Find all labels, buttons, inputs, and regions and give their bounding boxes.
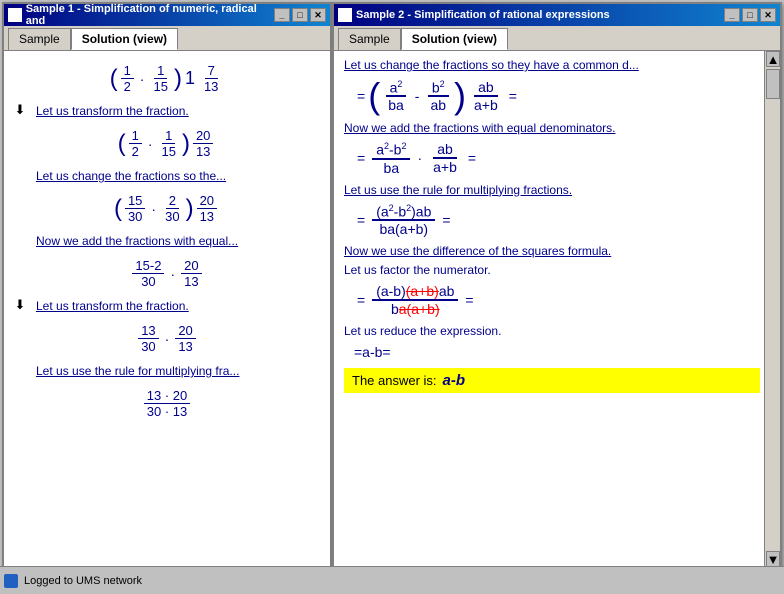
window1-icon: ✦ [8, 8, 22, 22]
scroll-down-btn[interactable]: ▼ [766, 551, 780, 567]
window1-titlebar: ✦ Sample 1 - Simplification of numeric, … [4, 4, 330, 26]
maximize-btn[interactable]: □ [292, 8, 308, 22]
taskbar-text: Logged to UMS network [24, 575, 142, 587]
frac-1-15-s2: 1 15 [158, 128, 178, 159]
close-btn[interactable]: ✕ [310, 8, 326, 22]
frac-2-30: 2 30 [162, 193, 182, 224]
frac-20-13-s4: 20 13 [181, 258, 201, 289]
tab-solution-2[interactable]: Solution (view) [401, 28, 508, 50]
frac-ab-apb: ab a+b [470, 79, 502, 113]
taskbar-icon [4, 574, 18, 588]
step-text-5: Let us use the rule for multiplying fra.… [36, 364, 239, 378]
frac-20-13-s3: 20 13 [197, 193, 217, 224]
taskbar: Logged to UMS network [0, 566, 784, 594]
window2-content: Let us change the fractions so they have… [334, 51, 780, 567]
step-row-3: Now we add the fractions with equal... [10, 230, 324, 252]
frac-13-20: 13 · 20 30 · 13 [144, 388, 190, 419]
answer-value: a-b [443, 372, 466, 389]
w2-text-reduce: Let us reduce the expression. [344, 324, 501, 338]
window1-title: Sample 1 - Simplification of numeric, ra… [26, 3, 274, 27]
w2-line3-text: Let us use the rule for multiplying frac… [344, 182, 760, 197]
step-text-3: Now we add the fractions with equal... [36, 234, 238, 248]
step-row-2: Let us change the fractions so the... [10, 165, 324, 187]
frac-a2-b2-ba: a2-b2 ba [372, 141, 410, 176]
w2-line2-text: Now we add the fractions with equal deno… [344, 120, 760, 135]
window1: ✦ Sample 1 - Simplification of numeric, … [2, 2, 332, 572]
frac-a2-ba: a2 ba [384, 79, 408, 114]
w2-line4-text: Now we use the difference of the squares… [344, 243, 760, 258]
spacer-3 [10, 360, 30, 362]
window1-tabs: Sample Solution (view) [4, 26, 330, 51]
spacer-1 [10, 165, 30, 167]
frac-20-13-s5: 20 13 [175, 323, 195, 354]
frac-13-30: 13 30 [138, 323, 158, 354]
tab-sample-2[interactable]: Sample [338, 28, 401, 50]
step-text-1: Let us transform the fraction. [36, 104, 189, 118]
frac-1-15: 1 15 [150, 63, 170, 94]
step-row-1: ⬇ Let us transform the fraction. [10, 100, 324, 122]
math-step2: ( 1 2 · 1 15 ) 20 13 [10, 128, 324, 159]
answer-bar: The answer is: a-b [344, 368, 760, 393]
w2-math2: = a2-b2 ba · ab a+b = [344, 141, 760, 176]
frac-7-13-step1: 7 13 [201, 63, 221, 94]
window1-content: ( 1 2 · 1 15 ) 1 7 13 ⬇ [4, 51, 330, 567]
w2-text-rule-multiply: Let us use the rule for multiplying frac… [344, 183, 572, 197]
w2-text-diff-squares: Now we use the difference of the squares… [344, 244, 611, 258]
w2-line6-text: Let us reduce the expression. [344, 323, 760, 338]
w2-math5: =a-b= [344, 344, 760, 360]
w2-text-add-fractions: Now we add the fractions with equal deno… [344, 121, 615, 135]
w2-math4: = (a-b)(a+b)ab ba(a+b) = [344, 283, 760, 317]
window2-tabs: Sample Solution (view) [334, 26, 780, 51]
window2-controls[interactable]: _ □ ✕ [724, 8, 776, 22]
tab-solution-1[interactable]: Solution (view) [71, 28, 178, 50]
frac-20-13-s2: 20 13 [193, 128, 213, 159]
step-row-5: Let us use the rule for multiplying fra.… [10, 360, 324, 382]
w2-result-expr: =a-b= [354, 344, 391, 360]
math-step4: 15-2 30 · 20 13 [10, 258, 324, 289]
math-step3: ( 15 30 · 2 30 ) 20 13 [10, 193, 324, 224]
arrow-icon-1: ⬇ [10, 100, 30, 118]
window2-title: Sample 2 - Simplification of rational ex… [356, 9, 610, 21]
step-row-4: ⬇ Let us transform the fraction. [10, 295, 324, 317]
frac-15-30: 15 30 [125, 193, 145, 224]
scroll-up-btn[interactable]: ▲ [766, 51, 780, 67]
math-step6: 13 · 20 30 · 13 [10, 388, 324, 419]
close-btn-2[interactable]: ✕ [760, 8, 776, 22]
answer-label: The answer is: [352, 373, 437, 388]
w2-text-factor-num: Let us factor the numerator. [344, 263, 491, 277]
window2-icon: ✦ [338, 8, 352, 22]
w2-math3: = (a2-b2)ab ba(a+b) = [344, 203, 760, 238]
minimize-btn-2[interactable]: _ [724, 8, 740, 22]
frac-ab-apb-2: ab a+b [429, 141, 461, 175]
step-text-4: Let us transform the fraction. [36, 299, 189, 313]
maximize-btn-2[interactable]: □ [742, 8, 758, 22]
scrollbar-vertical[interactable]: ▲ ▼ [764, 51, 780, 567]
math-step5: 13 30 · 20 13 [10, 323, 324, 354]
frac-15-2-30: 15-2 30 [132, 258, 164, 289]
math-step1: ( 1 2 · 1 15 ) 1 7 13 [10, 63, 324, 94]
frac-b2-ab: b2 ab [426, 79, 450, 114]
spacer-2 [10, 230, 30, 232]
window2: ✦ Sample 2 - Simplification of rational … [332, 2, 782, 572]
w2-math1: = ( a2 ba - b2 ab ) ab a+b = [344, 78, 760, 114]
scroll-thumb[interactable] [766, 69, 780, 99]
step-text-2: Let us change the fractions so the... [36, 169, 226, 183]
desktop: ✦ Sample 1 - Simplification of numeric, … [0, 0, 784, 594]
frac-1-2: 1 2 [121, 63, 134, 94]
minimize-btn[interactable]: _ [274, 8, 290, 22]
tab-sample-1[interactable]: Sample [8, 28, 71, 50]
frac-1-2-s2: 1 2 [129, 128, 142, 159]
w2-line1-text: Let us change the fractions so they have… [344, 57, 760, 72]
window1-controls[interactable]: _ □ ✕ [274, 8, 326, 22]
w2-text-change-fractions: Let us change the fractions so they have… [344, 58, 639, 72]
arrow-icon-2: ⬇ [10, 295, 30, 313]
window2-titlebar: ✦ Sample 2 - Simplification of rational … [334, 4, 780, 26]
w2-line5-text: Let us factor the numerator. [344, 262, 760, 277]
frac-factor: (a-b)(a+b)ab ba(a+b) [372, 283, 458, 317]
frac-a2b2-ab: (a2-b2)ab ba(a+b) [372, 203, 435, 238]
